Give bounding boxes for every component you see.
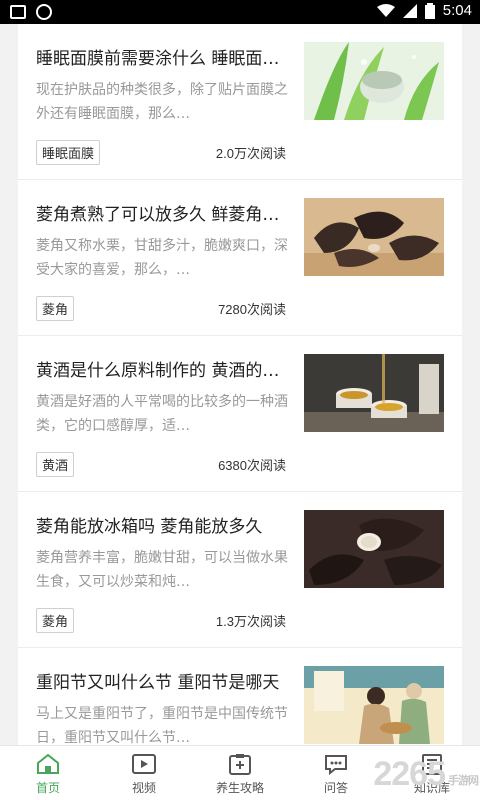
article-item[interactable]: 重阳节又叫什么节 重阳节是哪天 马上又是重阳节了，重阳节是中国传统节日，重阳节又… bbox=[18, 648, 462, 746]
article-item[interactable]: 菱角能放冰箱吗 菱角能放多久 菱角营养丰富，脆嫩甘甜，可以当做水果生食，又可以炒… bbox=[18, 492, 462, 648]
tab-home-label: 首页 bbox=[35, 781, 60, 795]
article-item[interactable]: 睡眠面膜前需要涂什么 睡眠面膜前需要涂精华吗 现在护肤品的种类很多，除了贴片面膜… bbox=[18, 24, 462, 180]
article-thumbnail[interactable] bbox=[304, 666, 444, 744]
home-icon bbox=[37, 753, 59, 774]
tab-home[interactable]: 首页 bbox=[0, 746, 96, 800]
article-thumbnail[interactable] bbox=[304, 42, 444, 120]
watermark-brand: 2265 bbox=[373, 755, 446, 793]
read-count: 1.3万次阅读 bbox=[215, 614, 286, 629]
health-guide-icon bbox=[229, 754, 251, 775]
article-tag[interactable]: 睡眠面膜 bbox=[36, 140, 101, 165]
tab-video-label: 视频 bbox=[131, 781, 156, 795]
article-summary: 菱角又称水栗，甘甜多汁，脆嫩爽口，深受大家的喜爱，那么，… bbox=[36, 238, 288, 278]
article-tag[interactable]: 黄酒 bbox=[36, 452, 75, 477]
tab-health-guide[interactable]: 养生攻略 bbox=[192, 746, 288, 800]
image-icon bbox=[10, 5, 26, 19]
tab-qa-label: 问答 bbox=[323, 781, 348, 795]
article-tag[interactable]: 菱角 bbox=[36, 296, 75, 321]
article-feed[interactable]: 睡眠面膜前需要涂什么 睡眠面膜前需要涂精华吗 现在护肤品的种类很多，除了贴片面膜… bbox=[18, 24, 462, 746]
article-title[interactable]: 菱角煮熟了可以放多久 鲜菱角能放多久 bbox=[36, 200, 286, 225]
status-time: 5:04 bbox=[442, 2, 472, 19]
read-count: 6380次阅读 bbox=[218, 458, 286, 473]
article-title[interactable]: 菱角能放冰箱吗 菱角能放多久 bbox=[36, 512, 286, 537]
article-summary: 现在护肤品的种类很多，除了贴片面膜之外还有睡眠面膜，那么… bbox=[36, 82, 288, 122]
article-summary: 黄酒是好酒的人平常喝的比较多的一种酒类，它的口感醇厚，适… bbox=[36, 394, 288, 434]
wifi-icon bbox=[376, 3, 395, 17]
video-icon bbox=[132, 754, 156, 774]
signal-icon bbox=[402, 3, 417, 18]
article-tag[interactable]: 菱角 bbox=[36, 608, 75, 633]
article-thumbnail[interactable] bbox=[304, 198, 444, 276]
article-item[interactable]: 黄酒是什么原料制作的 黄酒的原料 黄酒是好酒的人平常喝的比较多的一种酒类，它的口… bbox=[18, 336, 462, 492]
watermark-text: 手游网 bbox=[448, 775, 479, 787]
article-title[interactable]: 重阳节又叫什么节 重阳节是哪天 bbox=[36, 668, 286, 693]
article-title[interactable]: 睡眠面膜前需要涂什么 睡眠面膜前需要涂精华吗 bbox=[36, 44, 286, 69]
article-summary: 菱角营养丰富，脆嫩甘甜，可以当做水果生食，又可以炒菜和炖… bbox=[36, 550, 288, 590]
article-thumbnail[interactable] bbox=[304, 354, 444, 432]
watermark-logo: 2265 手游网 bbox=[373, 755, 479, 794]
tab-video[interactable]: 视频 bbox=[96, 746, 192, 800]
circle-app-icon bbox=[36, 4, 52, 20]
tab-health-guide-label: 养生攻略 bbox=[215, 781, 264, 795]
article-summary: 马上又是重阳节了，重阳节是中国传统节日，重阳节又叫什么节… bbox=[36, 706, 288, 746]
article-item[interactable]: 菱角煮熟了可以放多久 鲜菱角能放多久 菱角又称水栗，甘甜多汁，脆嫩爽口，深受大家… bbox=[18, 180, 462, 336]
read-count: 7280次阅读 bbox=[218, 302, 286, 317]
read-count: 2.0万次阅读 bbox=[215, 146, 286, 161]
article-title[interactable]: 黄酒是什么原料制作的 黄酒的原料 bbox=[36, 356, 286, 381]
article-thumbnail[interactable] bbox=[304, 510, 444, 588]
qa-icon bbox=[325, 755, 347, 775]
status-bar: 5:04 bbox=[0, 0, 480, 24]
battery-icon bbox=[424, 2, 435, 19]
tab-qa[interactable]: 问答 bbox=[288, 746, 384, 800]
